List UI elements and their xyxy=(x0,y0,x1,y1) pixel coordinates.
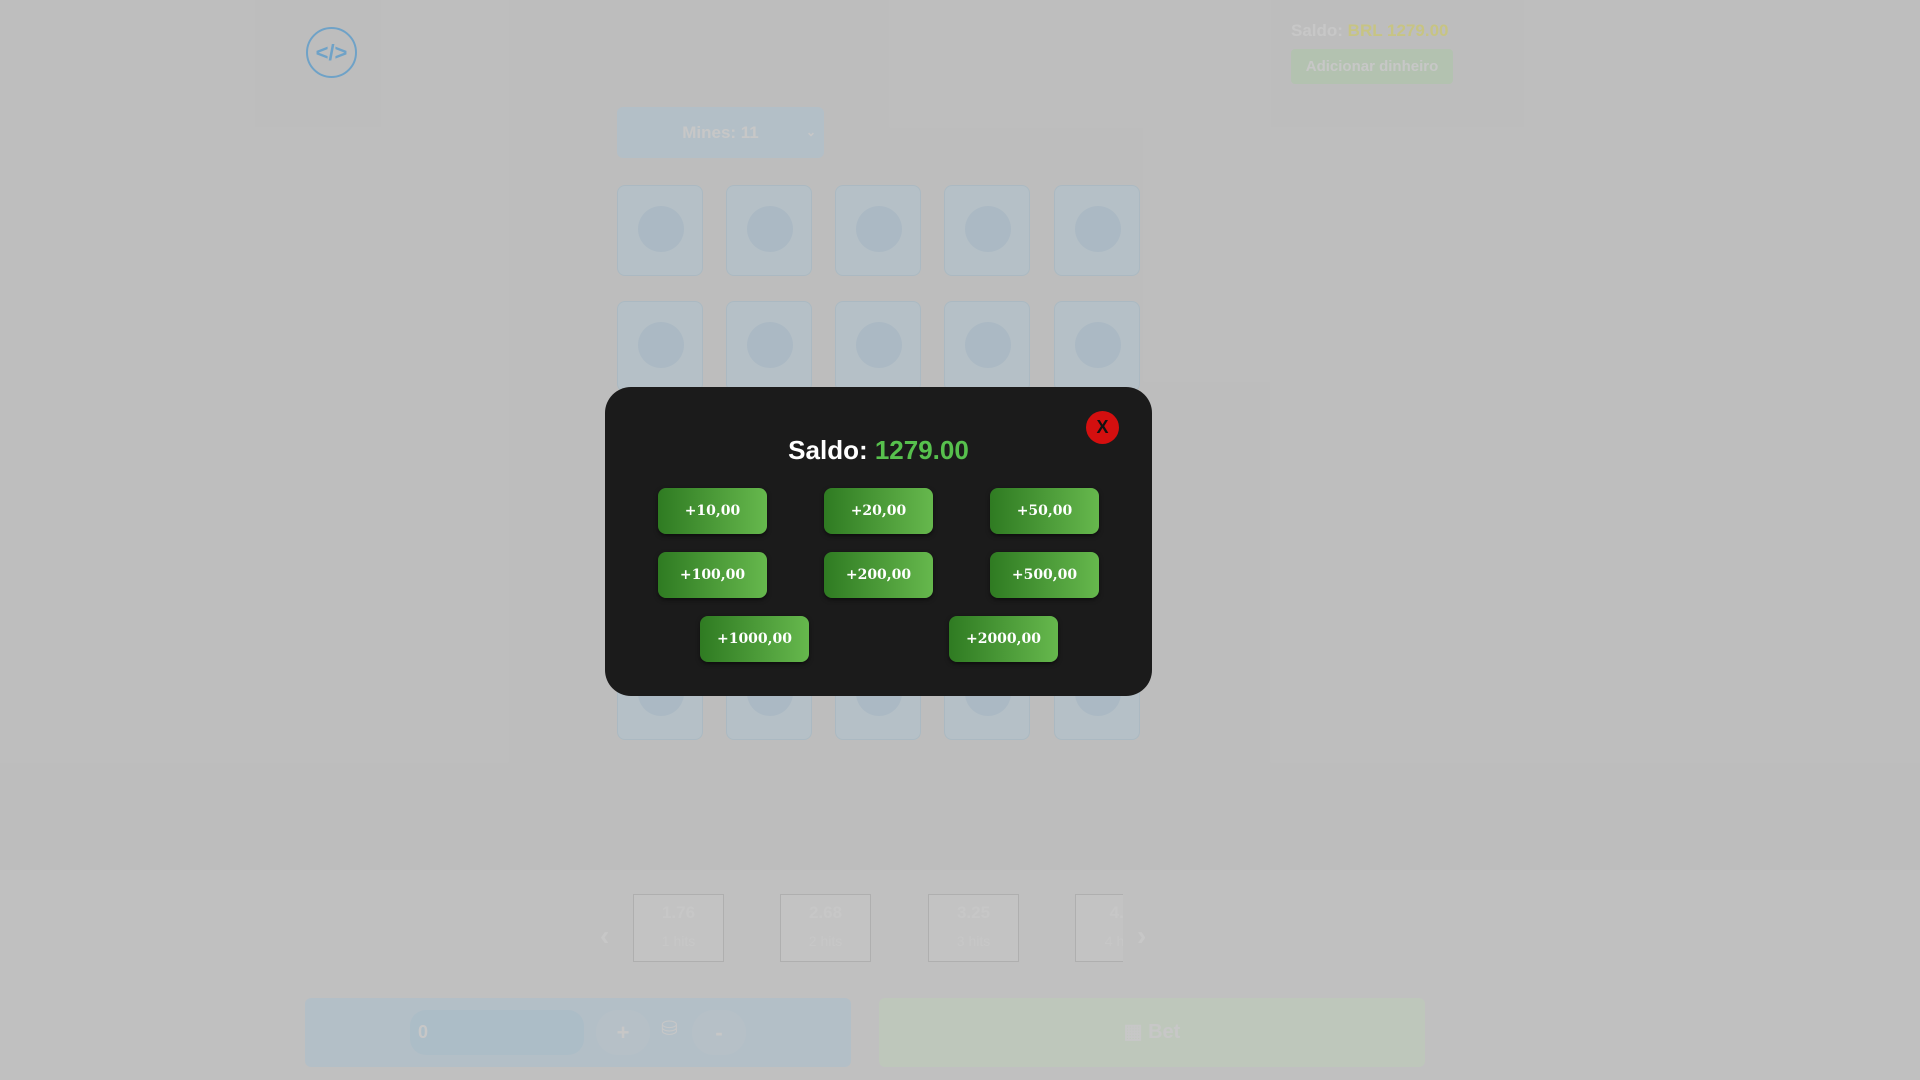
add-amount-button[interactable]: +20,00 xyxy=(824,488,933,534)
add-amount-button[interactable]: +50,00 xyxy=(990,488,1099,534)
modal-title-label: Saldo: xyxy=(788,435,875,465)
modal-title: Saldo: 1279.00 xyxy=(605,435,1152,466)
add-amount-button[interactable]: +500,00 xyxy=(990,552,1099,598)
modal-balance-value: 1279.00 xyxy=(874,435,969,465)
add-amount-button[interactable]: +10,00 xyxy=(658,488,767,534)
add-amount-button[interactable]: +200,00 xyxy=(824,552,933,598)
add-amount-button[interactable]: +1000,00 xyxy=(700,616,809,662)
add-amount-button[interactable]: +2000,00 xyxy=(949,616,1058,662)
add-amount-button[interactable]: +100,00 xyxy=(658,552,767,598)
add-balance-modal: X Saldo: 1279.00 +10,00 +20,00 +50,00 +1… xyxy=(605,387,1152,696)
